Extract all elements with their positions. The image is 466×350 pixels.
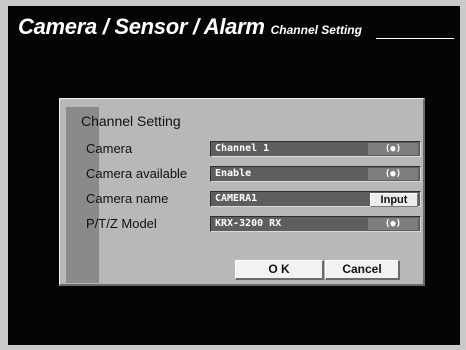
input-button[interactable]: Input	[370, 193, 418, 207]
page-header: Camera / Sensor / Alarm Channel Setting	[18, 14, 362, 40]
screen-frame: Camera / Sensor / Alarm Channel Setting C…	[8, 6, 460, 345]
camera-name-value: CAMERA1	[215, 193, 258, 204]
header-underline	[376, 38, 454, 39]
dialog-title: Channel Setting	[81, 113, 181, 129]
camera-name-field[interactable]: CAMERA1 Input	[210, 191, 421, 207]
ok-button[interactable]: O K	[235, 260, 324, 280]
page-title: Camera / Sensor / Alarm	[18, 14, 265, 39]
ptz-model-value: KRX-3200 RX	[215, 218, 282, 229]
camera-available-select-icon[interactable]: (●)	[368, 168, 418, 180]
camera-select[interactable]: Channel 1 (●)	[210, 141, 421, 157]
camera-name-label: Camera name	[86, 191, 169, 206]
page-subtitle: Channel Setting	[270, 23, 362, 37]
camera-select-icon[interactable]: (●)	[368, 143, 418, 155]
ptz-model-label: P/T/Z Model	[86, 216, 157, 231]
camera-available-label: Camera available	[86, 166, 188, 181]
cancel-button[interactable]: Cancel	[325, 260, 400, 280]
camera-label: Camera	[86, 141, 133, 156]
ptz-model-select-icon[interactable]: (●)	[368, 218, 418, 230]
camera-available-select[interactable]: Enable (●)	[210, 166, 421, 182]
channel-setting-dialog: Channel Setting Camera Channel 1 (●) Cam…	[59, 98, 425, 286]
camera-value: Channel 1	[215, 143, 270, 154]
camera-available-value: Enable	[215, 168, 252, 179]
ptz-model-select[interactable]: KRX-3200 RX (●)	[210, 216, 421, 232]
